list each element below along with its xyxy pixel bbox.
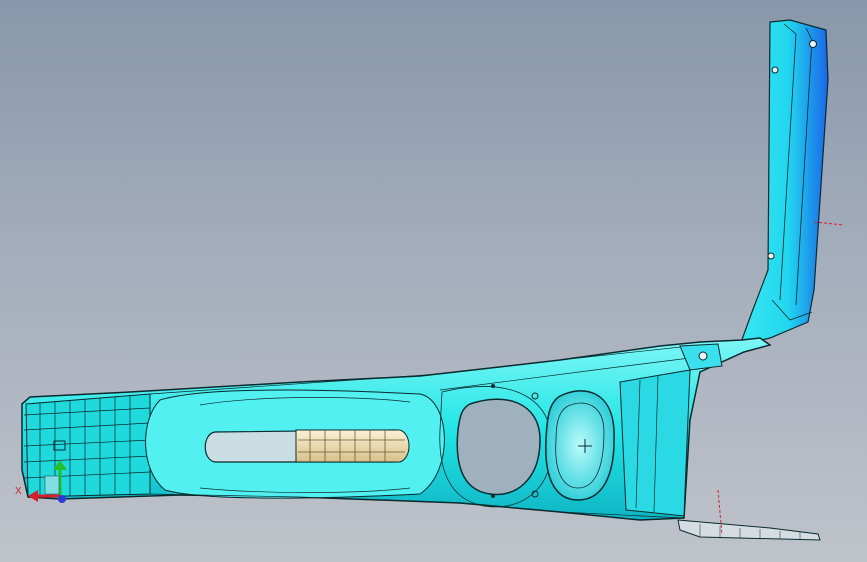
- console-body: [21, 337, 772, 521]
- x-axis-label: X: [15, 486, 22, 497]
- vertical-arm: [739, 19, 829, 346]
- cad-model[interactable]: [0, 0, 867, 562]
- bottom-flange: [677, 519, 821, 541]
- 3d-viewport[interactable]: X: [0, 0, 867, 562]
